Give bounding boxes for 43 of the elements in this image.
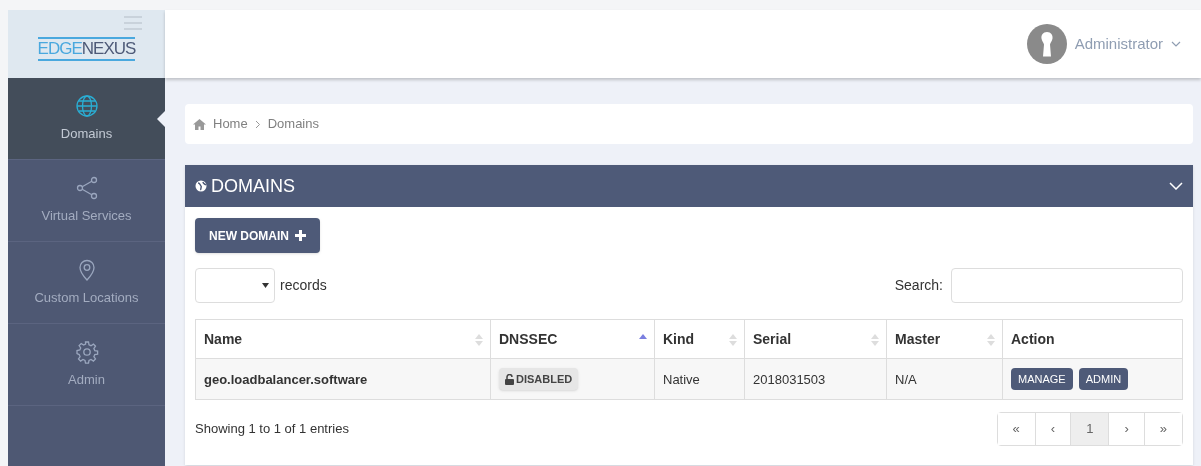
sidebar-item[interactable]: Domains bbox=[8, 78, 165, 160]
column-header[interactable]: DNSSEC bbox=[490, 319, 655, 359]
table-cell: 2018031503 bbox=[753, 371, 826, 387]
entries-info: Showing 1 to 1 of 1 entries bbox=[195, 420, 349, 439]
column-header[interactable]: Name bbox=[195, 319, 491, 359]
table-cell: Native bbox=[663, 371, 700, 387]
search-label: Search: bbox=[894, 276, 943, 295]
breadcrumb-link[interactable]: Home bbox=[213, 114, 248, 134]
chevron-down-icon[interactable] bbox=[1169, 182, 1183, 190]
caret-icon bbox=[262, 283, 269, 288]
search-field[interactable] bbox=[951, 268, 1183, 303]
unlock-icon bbox=[505, 373, 514, 385]
logo: EDGENEXUS bbox=[37, 37, 136, 61]
chevron-right-icon bbox=[254, 119, 261, 129]
action-button[interactable]: ADMIN bbox=[1078, 368, 1129, 390]
action-button[interactable]: MANAGE bbox=[1011, 368, 1073, 390]
column-header[interactable]: Kind bbox=[654, 319, 745, 359]
page-button[interactable]: » bbox=[1143, 413, 1182, 445]
avatar-icon bbox=[1026, 24, 1067, 64]
globe-icon bbox=[74, 93, 99, 118]
column-header[interactable]: Master bbox=[886, 319, 1003, 359]
sort-icon bbox=[729, 334, 737, 346]
sort-ascending-icon bbox=[639, 334, 647, 339]
table-cell: geo.loadbalancer.software bbox=[204, 371, 368, 387]
gear-icon bbox=[74, 339, 99, 364]
sort-icon bbox=[475, 334, 483, 346]
share-icon bbox=[74, 175, 99, 200]
sort-icon bbox=[987, 334, 995, 346]
breadcrumb-link[interactable]: Domains bbox=[267, 114, 319, 134]
column-header[interactable]: Serial bbox=[744, 319, 887, 359]
plus-icon bbox=[295, 230, 306, 241]
table-cell: N/A bbox=[895, 371, 917, 387]
column-header: Action bbox=[1002, 319, 1183, 359]
dnssec-button[interactable]: DISABLED bbox=[499, 368, 579, 390]
home-icon bbox=[193, 118, 206, 130]
chevron-down-icon bbox=[1171, 41, 1181, 47]
page-button[interactable]: 1 bbox=[1070, 413, 1109, 445]
records-label: records bbox=[280, 276, 327, 295]
sort-icon bbox=[871, 334, 879, 346]
panel-title: DOMAINS bbox=[211, 174, 295, 198]
globe-icon bbox=[195, 180, 207, 192]
new-domain-button[interactable]: NEW DOMAIN bbox=[195, 218, 320, 253]
records-select[interactable] bbox=[195, 268, 275, 303]
